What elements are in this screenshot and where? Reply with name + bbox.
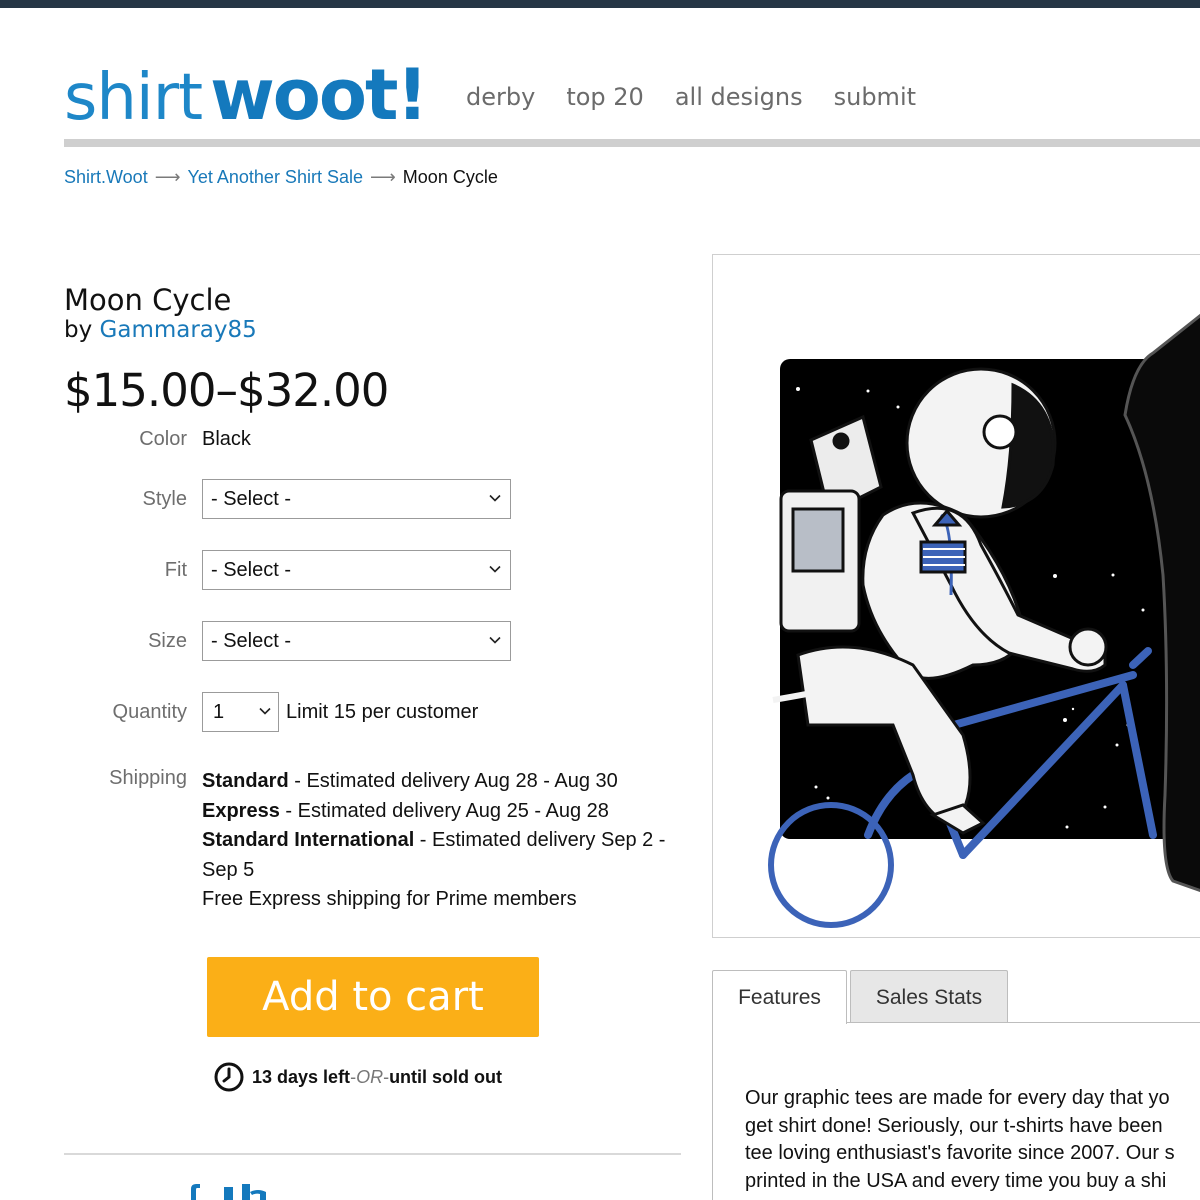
shipping-standard: Standard - Estimated delivery Aug 28 - A… bbox=[202, 767, 682, 797]
features-line: Our graphic tees are made for every day … bbox=[745, 1087, 1170, 1109]
features-description: Our graphic tees are made for every day … bbox=[745, 1085, 1200, 1196]
quantity-select[interactable]: 1 bbox=[202, 692, 279, 732]
clock-icon bbox=[214, 1062, 244, 1092]
shipping-standard-text: - Estimated delivery Aug 28 - Aug 30 bbox=[288, 770, 618, 792]
style-select[interactable]: - Select - bbox=[202, 479, 511, 519]
tab-sales-stats[interactable]: Sales Stats bbox=[850, 970, 1008, 1023]
moon-cycle-design-image bbox=[768, 313, 1200, 928]
breadcrumb-yet-another-shirt-sale[interactable]: Yet Another Shirt Sale bbox=[188, 167, 363, 188]
shipping-standard-name: Standard bbox=[202, 770, 289, 792]
info-tabs: Features Sales Stats bbox=[712, 970, 1200, 1024]
breadcrumb: Shirt.Woot ⟶ Yet Another Shirt Sale ⟶ Mo… bbox=[64, 167, 498, 188]
shipping-express: Express - Estimated delivery Aug 25 - Au… bbox=[202, 797, 682, 827]
chevron-down-icon bbox=[489, 636, 501, 644]
breadcrumb-current: Moon Cycle bbox=[402, 167, 498, 187]
breadcrumb-arrow-icon: ⟶ bbox=[154, 167, 181, 187]
chevron-down-icon bbox=[489, 494, 501, 502]
shipping-intl-name: Standard International bbox=[202, 829, 415, 851]
nav-all-designs[interactable]: all designs bbox=[675, 83, 803, 111]
quantity-select-value: 1 bbox=[213, 701, 225, 723]
shipping-info: Standard - Estimated delivery Aug 28 - A… bbox=[202, 767, 682, 915]
add-to-cart-button[interactable]: Add to cart bbox=[207, 957, 539, 1037]
product-title: Moon Cycle bbox=[64, 283, 232, 317]
tab-panel-border bbox=[712, 1022, 713, 1200]
color-value: Black bbox=[202, 428, 251, 450]
size-label: Size bbox=[148, 630, 187, 652]
days-left: 13 days left bbox=[252, 1066, 351, 1087]
site-header: shirt woot! derby top 20 all designs sub… bbox=[64, 55, 1200, 147]
quantity-label: Quantity bbox=[112, 701, 187, 723]
by-label: by bbox=[64, 317, 93, 343]
quantity-limit: Limit 15 per customer bbox=[286, 701, 479, 723]
shipping-international: Standard International - Estimated deliv… bbox=[202, 826, 682, 885]
fit-select[interactable]: - Select - bbox=[202, 550, 511, 590]
nav-submit[interactable]: submit bbox=[834, 83, 916, 111]
features-line: tee loving enthusiast's favorite since 2… bbox=[745, 1142, 1175, 1165]
features-line: get shirt done! Seriously, our t-shirts … bbox=[745, 1114, 1163, 1137]
nav-derby[interactable]: derby bbox=[466, 83, 535, 111]
sale-timer: 13 days left - OR - until sold out bbox=[214, 1062, 502, 1092]
product-byline: by Gammaray85 bbox=[64, 317, 257, 343]
section-divider bbox=[64, 1153, 681, 1155]
timer-or: OR bbox=[356, 1066, 384, 1087]
style-label: Style bbox=[142, 488, 187, 510]
logo-woot-text: woot! bbox=[210, 54, 428, 136]
shipping-prime-note: Free Express shipping for Prime members bbox=[202, 888, 577, 910]
product-image-panel[interactable] bbox=[712, 254, 1200, 938]
size-select-value: - Select - bbox=[211, 630, 292, 652]
style-select-value: - Select - bbox=[211, 488, 292, 510]
tab-features[interactable]: Features bbox=[712, 970, 847, 1024]
color-label: Color bbox=[139, 428, 187, 450]
partial-logo-icon bbox=[191, 1184, 266, 1200]
shipping-label: Shipping bbox=[109, 767, 187, 789]
author-link[interactable]: Gammaray85 bbox=[100, 317, 257, 343]
features-line: printed in the USA and every time you bu… bbox=[745, 1170, 1167, 1193]
fit-label: Fit bbox=[164, 559, 187, 581]
until-sold-out: until sold out bbox=[389, 1066, 503, 1087]
chevron-down-icon bbox=[259, 707, 271, 715]
breadcrumb-shirt-woot[interactable]: Shirt.Woot bbox=[64, 167, 148, 188]
logo-shirt-text: shirt bbox=[64, 61, 203, 135]
shipping-express-text: - Estimated delivery Aug 25 - Aug 28 bbox=[279, 799, 609, 822]
shipping-express-name: Express bbox=[202, 799, 280, 822]
top-bar bbox=[0, 0, 1200, 8]
fit-select-value: - Select - bbox=[211, 559, 292, 581]
nav-top-20[interactable]: top 20 bbox=[566, 83, 644, 111]
header-divider bbox=[64, 139, 1200, 147]
breadcrumb-arrow-icon: ⟶ bbox=[369, 167, 396, 187]
chevron-down-icon bbox=[489, 565, 501, 573]
tabs-divider bbox=[847, 1022, 1200, 1023]
size-select[interactable]: - Select - bbox=[202, 621, 511, 661]
main-nav: derby top 20 all designs submit bbox=[466, 83, 916, 111]
shirt-woot-logo[interactable]: shirt woot! bbox=[64, 54, 428, 136]
product-price: $15.00–$32.00 bbox=[64, 364, 389, 417]
